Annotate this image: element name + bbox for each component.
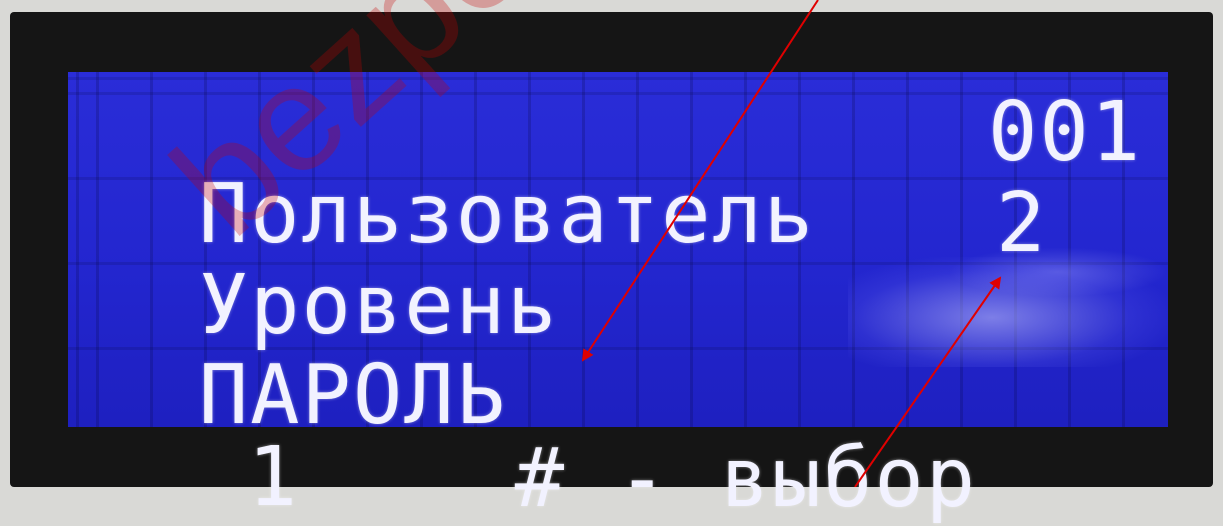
- select-hint-text: # - выбор: [514, 431, 978, 526]
- screen-glare-secondary: [948, 247, 1168, 297]
- user-number-value: 001: [988, 85, 1143, 180]
- lcd-row-select-hint: # - выбор: [412, 356, 977, 520]
- password-value: 1: [247, 430, 300, 525]
- level-value: 2: [996, 176, 1048, 271]
